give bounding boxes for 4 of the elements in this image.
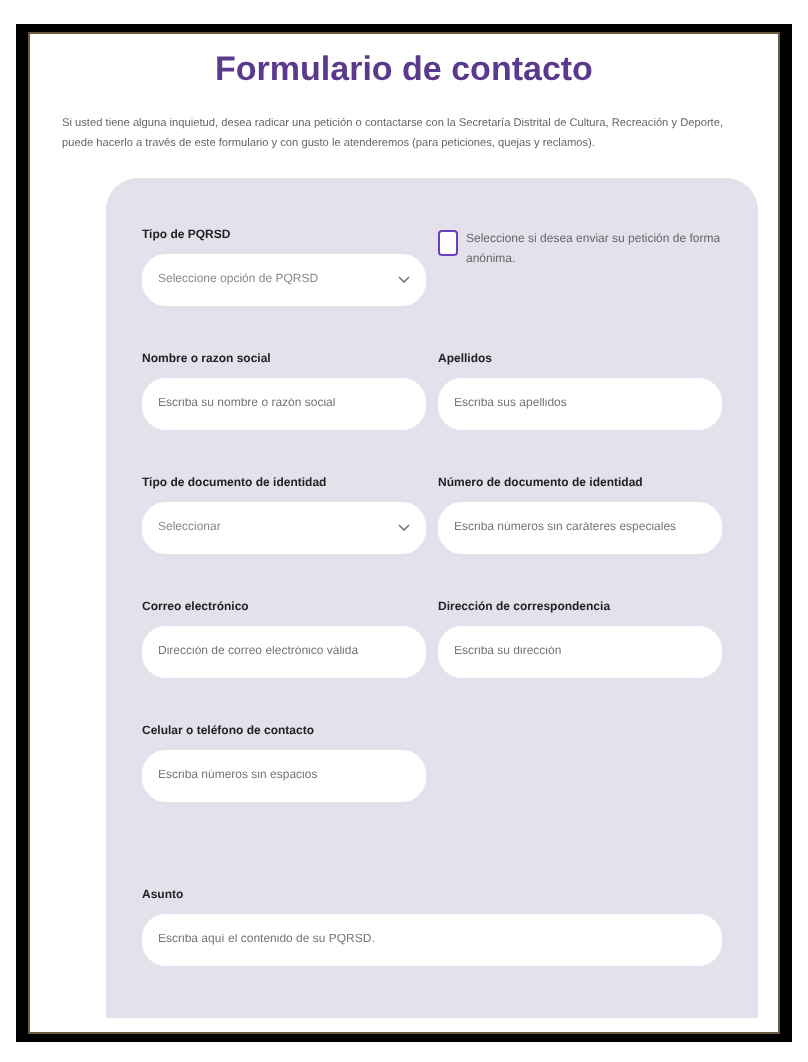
chevron-down-icon	[398, 276, 410, 284]
page-title: Formulario de contacto	[213, 50, 595, 90]
chevron-down-icon	[398, 524, 410, 532]
checkbox[interactable]	[438, 230, 458, 256]
